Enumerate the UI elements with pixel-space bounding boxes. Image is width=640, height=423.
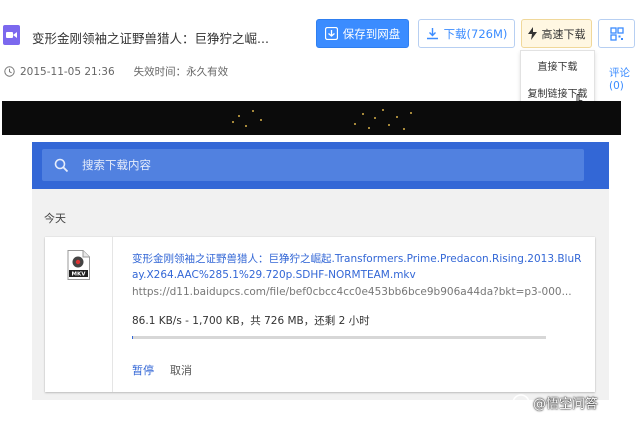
cancel-button[interactable]: 取消 — [170, 362, 192, 378]
search-downloads-field[interactable]: 搜索下载内容 — [42, 149, 584, 181]
expire-time: 失效时间：永久有效 — [133, 66, 229, 78]
save-to-netdisk-button[interactable]: 保存到网盘 — [316, 19, 409, 48]
download-progress-bar — [132, 336, 546, 339]
downloads-toolbar: 搜索下载内容 — [32, 142, 609, 189]
date-section-heading: 今天 — [44, 212, 66, 225]
mkv-icon-label: MKV — [72, 272, 87, 278]
share-date: 2015-11-05 21:36 — [20, 65, 115, 78]
fast-download-label: 高速下载 — [541, 27, 586, 41]
qr-code-button[interactable] — [598, 19, 635, 48]
qr-code-icon — [609, 26, 624, 41]
lightning-icon — [527, 27, 537, 40]
wukong-logo-icon — [512, 393, 530, 412]
download-icon — [426, 28, 438, 40]
download-item: MKV 变形金刚领袖之证野兽猎人：巨狰狞之崛起.Transformers.Pri… — [45, 237, 595, 392]
clock-icon — [4, 66, 15, 77]
menu-item-direct-download[interactable]: 直接下载 — [521, 58, 594, 73]
downloads-page: 搜索下载内容 今天 MKV 变形金刚领袖之证野兽猎人：巨狰狞之崛起.Transf… — [32, 142, 609, 400]
mkv-file-icon: MKV — [67, 250, 90, 280]
comment-link[interactable]: 评论(0) — [609, 65, 640, 92]
save-button-label: 保存到网盘 — [342, 26, 401, 41]
download-progress-fill — [132, 336, 133, 339]
save-icon — [324, 27, 338, 40]
card-divider — [112, 237, 113, 392]
share-meta: 2015-11-05 21:36 失效时间：永久有效 — [4, 64, 228, 79]
download-button-label: 下载(726M) — [443, 26, 508, 41]
download-file-name-link[interactable]: 变形金刚领袖之证野兽猎人：巨狰狞之崛起.Transformers.Prime.P… — [132, 251, 582, 283]
download-status-text: 86.1 KB/s - 1,700 KB，共 726 MB，还剩 2 小时 — [132, 315, 370, 327]
video-preview-strip — [2, 101, 621, 135]
download-source-url: https://d11.baidupcs.com/file/bef0cbcc4c… — [132, 286, 572, 298]
search-placeholder: 搜索下载内容 — [82, 158, 151, 172]
download-button[interactable]: 下载(726M) — [418, 19, 515, 48]
watermark: @悟空问答 — [512, 393, 598, 412]
file-title: 变形金刚领袖之证野兽猎人：巨狰狞之崛... — [32, 31, 269, 46]
search-icon — [54, 158, 69, 173]
pause-button[interactable]: 暂停 — [132, 362, 154, 378]
fast-download-button[interactable]: 高速下载 — [521, 19, 592, 48]
video-file-icon — [3, 25, 20, 45]
watermark-text: @悟空问答 — [533, 397, 599, 412]
